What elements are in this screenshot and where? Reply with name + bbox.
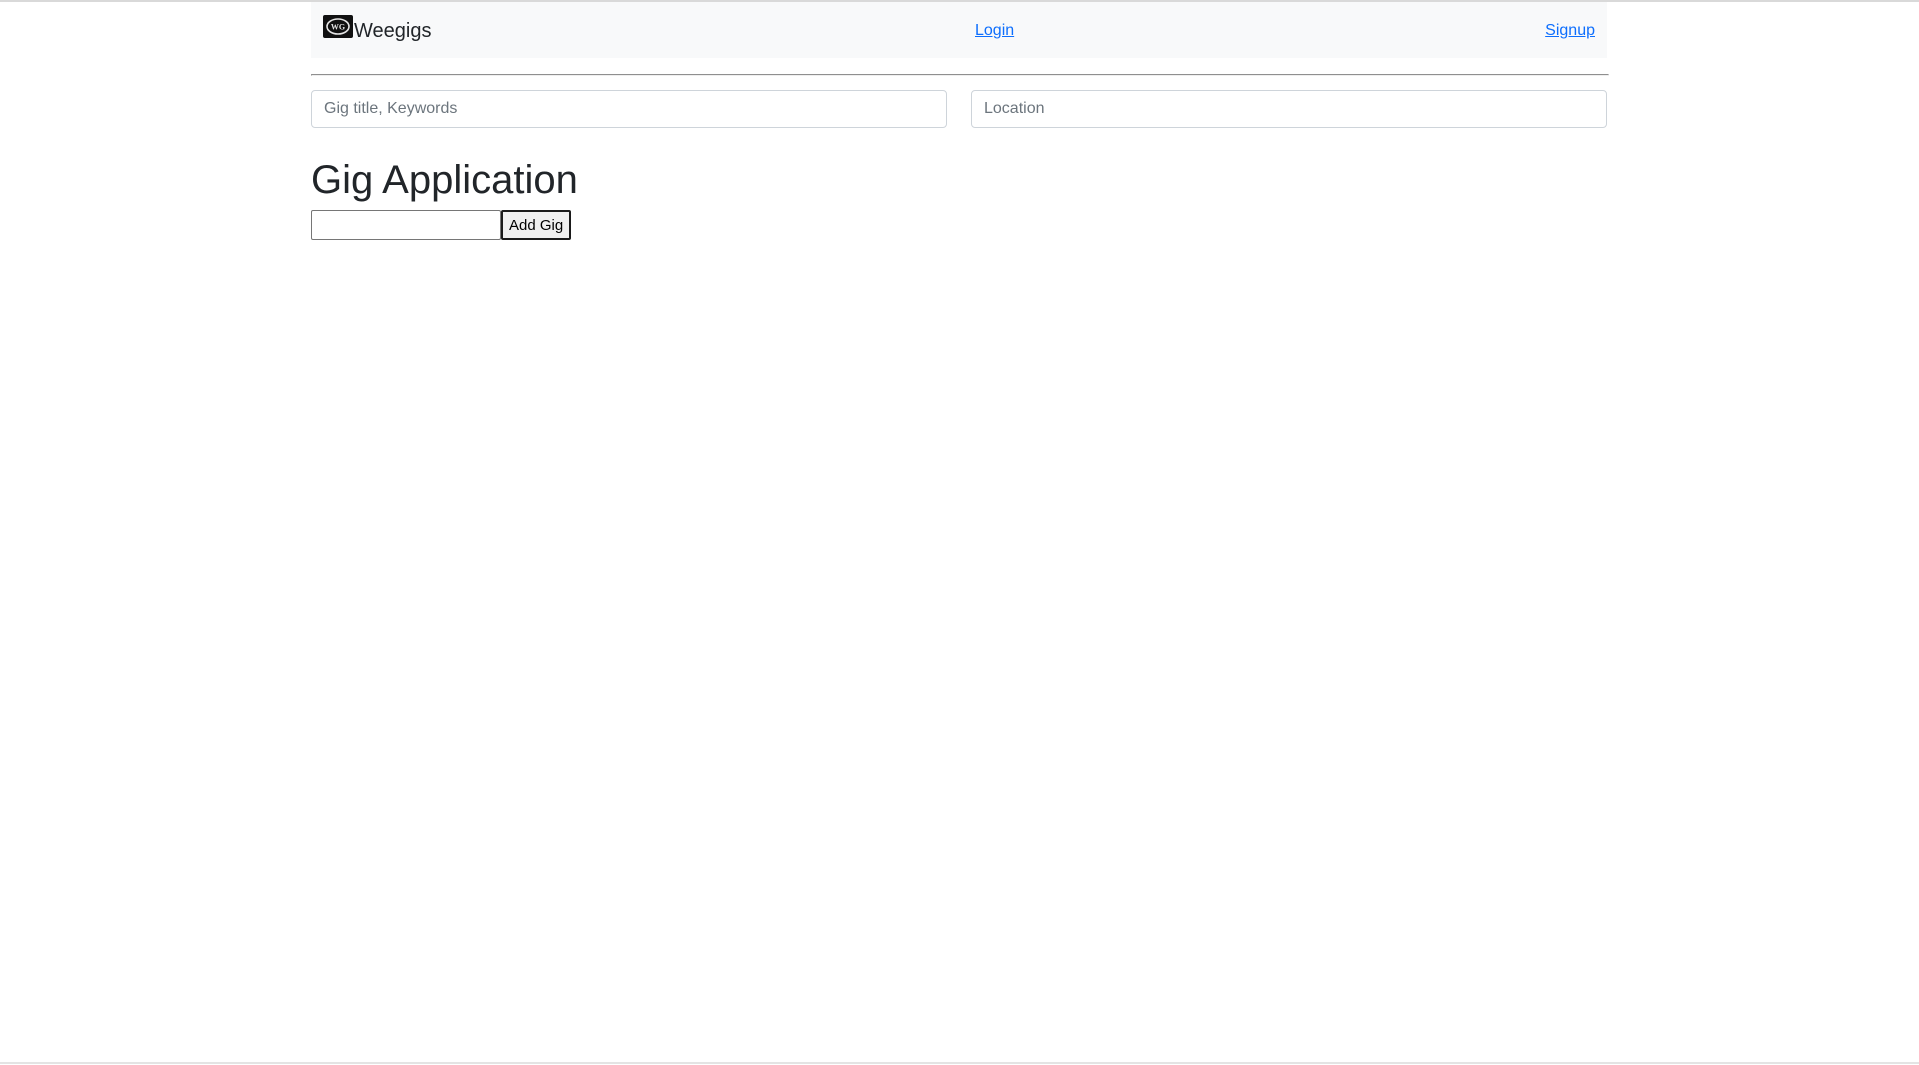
keyword-search-input[interactable]: [311, 90, 947, 128]
logo-lettering: WG: [331, 23, 345, 32]
navbar: WG Weegigs Login Signup: [311, 2, 1607, 58]
search-bar: [311, 90, 1607, 128]
gig-name-input[interactable]: [311, 210, 501, 240]
add-gig-button[interactable]: Add Gig: [501, 210, 572, 240]
window-bottom-edge: [0, 1062, 1919, 1064]
brand-name: Weegigs: [354, 20, 432, 42]
weegigs-logo-icon: WG: [323, 15, 353, 38]
brand-link[interactable]: WG Weegigs: [323, 15, 432, 43]
header-divider: [311, 74, 1609, 76]
add-gig-form: Add Gig: [311, 210, 572, 240]
location-search-input[interactable]: [971, 90, 1607, 128]
signup-link[interactable]: Signup: [1545, 21, 1595, 41]
login-link[interactable]: Login: [975, 21, 1014, 41]
page-title: Gig Application: [311, 158, 578, 202]
page-container: WG Weegigs Login Signup Gig Application …: [311, 2, 1609, 240]
logo-mark-icon: WG: [326, 18, 350, 35]
